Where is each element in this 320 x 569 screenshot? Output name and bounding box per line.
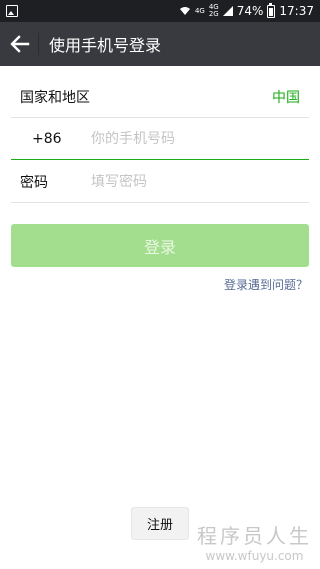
title-bar: 使用手机号登录 [0,22,320,66]
gallery-notification-icon [6,5,18,17]
login-trouble-link[interactable]: 登录遇到问题？ [224,276,308,293]
country-region-label: 国家和地区 [20,89,90,106]
wifi-icon [179,7,190,15]
login-button[interactable]: 登录 [11,224,309,267]
register-button[interactable]: 注册 [131,507,189,540]
battery-percent: 74% [236,4,264,18]
network-type-indicator-2: 4G 2G [208,3,219,18]
signal-icon [222,6,233,16]
country-region-value: 中国 [272,89,300,106]
password-input[interactable] [91,173,291,190]
status-bar: 4G 4G 2G 74% 17:37 [0,0,320,22]
title-divider [38,33,39,55]
phone-row: +86 [11,118,309,160]
watermark-title: 程序员人生 [197,524,312,548]
clock: 17:37 [279,4,314,18]
watermark-url: www.wfuyu.com [205,549,304,563]
back-arrow-icon [10,35,30,53]
page-title: 使用手机号登录 [49,36,162,55]
network-type-indicator: 4G [194,6,205,15]
phone-number-input[interactable] [91,130,291,147]
watermark: 程序员人生 www.wfuyu.com [197,520,312,563]
country-region-row[interactable]: 国家和地区 中国 [11,76,309,118]
back-button[interactable] [2,22,38,66]
password-row: 密码 [11,161,309,203]
phone-country-code: +86 [32,130,62,147]
password-label: 密码 [20,174,48,191]
battery-icon [267,2,276,18]
